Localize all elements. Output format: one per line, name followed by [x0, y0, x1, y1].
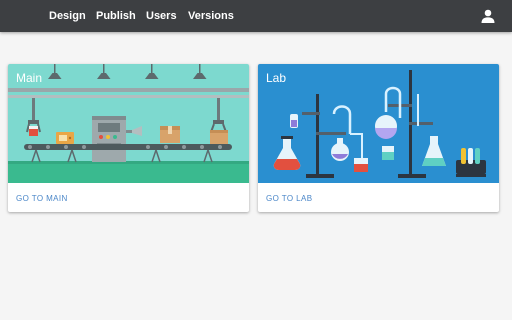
top-app-bar: Design Publish Users Versions — [0, 0, 512, 32]
nav-versions[interactable]: Versions — [188, 9, 234, 23]
nav-publish[interactable]: Publish — [96, 9, 136, 23]
factory-illustration[interactable]: Main — [8, 64, 249, 183]
factory-conveyor-image — [8, 64, 249, 183]
chemistry-lab-image — [258, 64, 499, 183]
go-to-main-link[interactable]: GO TO MAIN — [16, 194, 68, 204]
nav-design[interactable]: Design — [49, 9, 86, 23]
card-title: Lab — [266, 71, 287, 85]
person-icon[interactable] — [480, 8, 496, 24]
card-main: Main GO TO MAIN — [8, 64, 249, 212]
card-lab: Lab GO TO LAB — [258, 64, 499, 212]
lab-illustration[interactable]: Lab — [258, 64, 499, 183]
go-to-lab-link[interactable]: GO TO LAB — [266, 194, 312, 204]
card-title: Main — [16, 71, 43, 85]
nav-users[interactable]: Users — [146, 9, 177, 23]
